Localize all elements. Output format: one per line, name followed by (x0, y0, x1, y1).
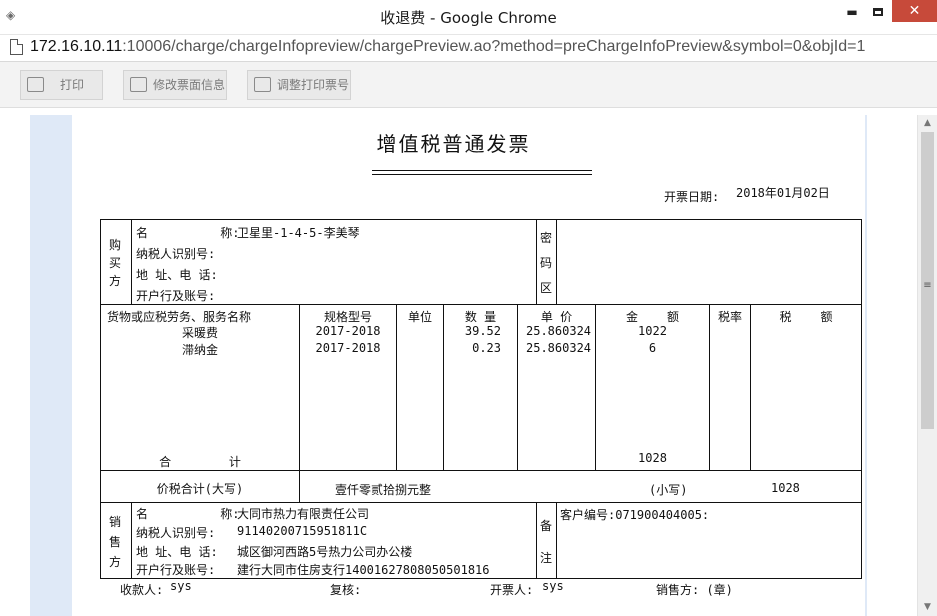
edit-document-icon (130, 77, 147, 92)
buyer-bank-label: 开户行及账号: (136, 289, 216, 303)
item-2-amount: 6 (648, 341, 657, 355)
issue-date-label: 开票日期: (664, 190, 720, 204)
total-label: 合 计 (159, 455, 241, 469)
seller-address: 城区御河西路5号热力公司办公楼 (237, 545, 413, 559)
header-unit-price: 单 价 (540, 310, 573, 324)
seller-section-label: 销售方 (109, 515, 122, 569)
rule-h-items-bottom (101, 470, 861, 471)
header-tax-amount: 税 额 (779, 310, 833, 324)
header-goods-name: 货物或应税劳务、服务名称 (107, 310, 252, 324)
scroll-up-arrow-icon[interactable]: ▲ (918, 115, 937, 132)
item-1-spec: 2017-2018 (315, 324, 381, 338)
scrollbar-thumb[interactable]: ≡ (921, 132, 934, 429)
rule-v-cipher-right (556, 220, 557, 304)
sum-small-label: (小写) (649, 483, 688, 497)
adjust-document-icon (254, 77, 271, 92)
buyer-address-label: 地 址、电 话: (136, 268, 218, 282)
seller-address-label: 地 址、电 话: (136, 545, 218, 559)
scroll-down-arrow-icon[interactable]: ▼ (918, 599, 937, 616)
url-path: :10006/charge/chargeInfopreview/chargePr… (122, 38, 866, 55)
rule-v-seller-section (131, 502, 132, 578)
item-2-spec: 2017-2018 (315, 341, 381, 355)
rule-h-sum-bottom (101, 502, 861, 503)
sum-small-amount: 1028 (771, 481, 800, 495)
header-quantity: 数 量 (464, 310, 497, 324)
invoice-table: 购买方 名 称: 卫星里-1-4-5-李美琴 纳税人识别号: 地 址、电 话: … (100, 219, 862, 579)
rule-v-rate (750, 304, 751, 470)
page-icon (10, 39, 23, 55)
payee-label: 收款人: (120, 583, 164, 597)
edit-invoice-face-button[interactable]: 修改票面信息 (123, 70, 227, 100)
buyer-name: 卫星里-1-4-5-李美琴 (237, 226, 360, 240)
rule-v-spec (396, 304, 397, 470)
remark-text: 客户编号:071900404005: (560, 508, 710, 522)
item-2-unit-price: 25.860324 (526, 341, 592, 355)
url-host: 172.16.10.11 (30, 38, 123, 55)
rule-v-amount (709, 304, 710, 470)
item-1-quantity: 39.52 (464, 324, 501, 338)
report-toolbar: 打印 修改票面信息 调整打印票号 (0, 62, 937, 108)
rule-v-buyer-section (131, 220, 132, 304)
maximize-button[interactable] (864, 2, 892, 22)
sum-in-words-label: 价税合计(大写) (156, 482, 244, 496)
scrollbar-grip-icon: ≡ (923, 280, 932, 291)
review-label: 复核: (330, 583, 362, 597)
buyer-name-label: 名 称: (136, 226, 240, 240)
adjust-print-number-label: 调整打印票号 (277, 78, 350, 92)
close-button[interactable]: ✕ (892, 0, 937, 22)
url-text[interactable]: 172.16.10.11:10006/charge/chargeInfoprev… (30, 38, 865, 56)
header-unit: 单位 (407, 310, 432, 324)
item-2-quantity: 0.23 (472, 341, 501, 355)
vertical-scrollbar[interactable]: ▲ ≡ ▼ (917, 115, 937, 616)
invoice-page: 增值税普通发票 开票日期: 2018年01月02日 购买方 名 称: 卫星里-1… (72, 115, 865, 616)
item-1-name: 采暖费 (181, 326, 218, 340)
remark-label: 备注 (540, 519, 553, 565)
rule-v-cipher-left (536, 220, 537, 304)
item-2-name: 滞纳金 (181, 343, 218, 357)
header-amount: 金 额 (626, 310, 679, 324)
title-underline-2 (372, 174, 592, 175)
adjust-print-number-button[interactable]: 调整打印票号 (247, 70, 351, 100)
rule-v-remark-right (556, 502, 557, 578)
buyer-section-label: 购买方 (109, 238, 122, 288)
seller-name: 大同市热力有限责任公司 (237, 507, 370, 521)
rule-v-qty (517, 304, 518, 470)
header-spec: 规格型号 (323, 310, 372, 324)
invoice-title: 增值税普通发票 (376, 132, 531, 156)
sum-in-words: 壹仟零贰拾捌元整 (335, 483, 432, 497)
cipher-area-label: 密码区 (540, 231, 553, 295)
address-bar[interactable]: 172.16.10.11:10006/charge/chargeInfoprev… (0, 34, 937, 62)
title-underline-1 (372, 170, 592, 171)
edit-invoice-face-label: 修改票面信息 (153, 78, 226, 92)
printer-icon (27, 77, 44, 92)
seller-tax-id-label: 纳税人识别号: (136, 526, 216, 540)
seller-tax-id: 91140200715951811C (237, 524, 368, 538)
buyer-tax-id-label: 纳税人识别号: (136, 247, 216, 261)
payee: sys (170, 579, 192, 593)
title-bar: ◈ 收退费 - Google Chrome ▬ ✕ (0, 0, 937, 34)
rule-h-buyer-bottom (101, 304, 861, 305)
minimize-button[interactable]: ▬ (838, 2, 866, 22)
item-1-unit-price: 25.860324 (526, 324, 592, 338)
rule-v-unit (443, 304, 444, 470)
item-1-amount: 1022 (638, 324, 667, 338)
issue-date: 2018年01月02日 (736, 186, 830, 200)
print-label: 打印 (60, 78, 85, 92)
total-amount: 1028 (638, 451, 667, 465)
window-title: 收退费 - Google Chrome (380, 9, 557, 27)
header-tax-rate: 税率 (717, 310, 742, 324)
drawer: sys (542, 579, 564, 593)
rule-v-remark-left (536, 502, 537, 578)
seller-bank: 建行大同市住房支行14001627808050501816 (237, 563, 490, 577)
maximize-icon (873, 8, 883, 16)
print-button[interactable]: 打印 (20, 70, 103, 100)
drawer-label: 开票人: (490, 583, 534, 597)
seller-seal-label: 销售方: (章) (656, 583, 733, 597)
seller-name-label: 名 称: (136, 507, 240, 521)
seller-bank-label: 开户行及账号: (136, 563, 216, 577)
